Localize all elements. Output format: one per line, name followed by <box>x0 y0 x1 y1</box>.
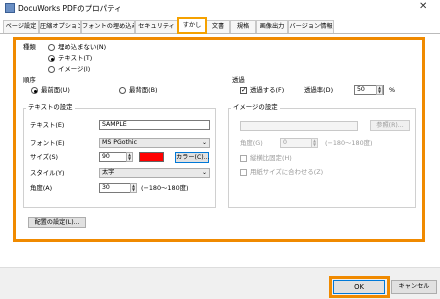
tab-page-setup[interactable]: ページ設定 <box>3 20 39 33</box>
tab-standard[interactable]: 規格 <box>230 20 256 33</box>
tab-security[interactable]: セキュリティ <box>135 20 178 33</box>
title-bar: DocuWorks PDFのプロパティ ✕ <box>0 0 440 16</box>
tab-highlight <box>177 17 207 34</box>
tab-font-embedding[interactable]: フォントの埋め込み <box>81 20 135 33</box>
window-title: DocuWorks PDFのプロパティ <box>18 4 122 13</box>
close-icon[interactable]: ✕ <box>419 1 427 12</box>
tab-image-output[interactable]: 画像出力 <box>256 20 288 33</box>
content-highlight <box>13 37 425 242</box>
tab-document[interactable]: 文書 <box>206 20 230 33</box>
tab-compression[interactable]: 圧縮オプション <box>39 20 81 33</box>
app-icon <box>5 3 15 13</box>
tab-version[interactable]: バージョン情報 <box>288 20 334 33</box>
cancel-button[interactable]: キャンセル <box>391 280 437 294</box>
ok-highlight <box>329 276 390 298</box>
